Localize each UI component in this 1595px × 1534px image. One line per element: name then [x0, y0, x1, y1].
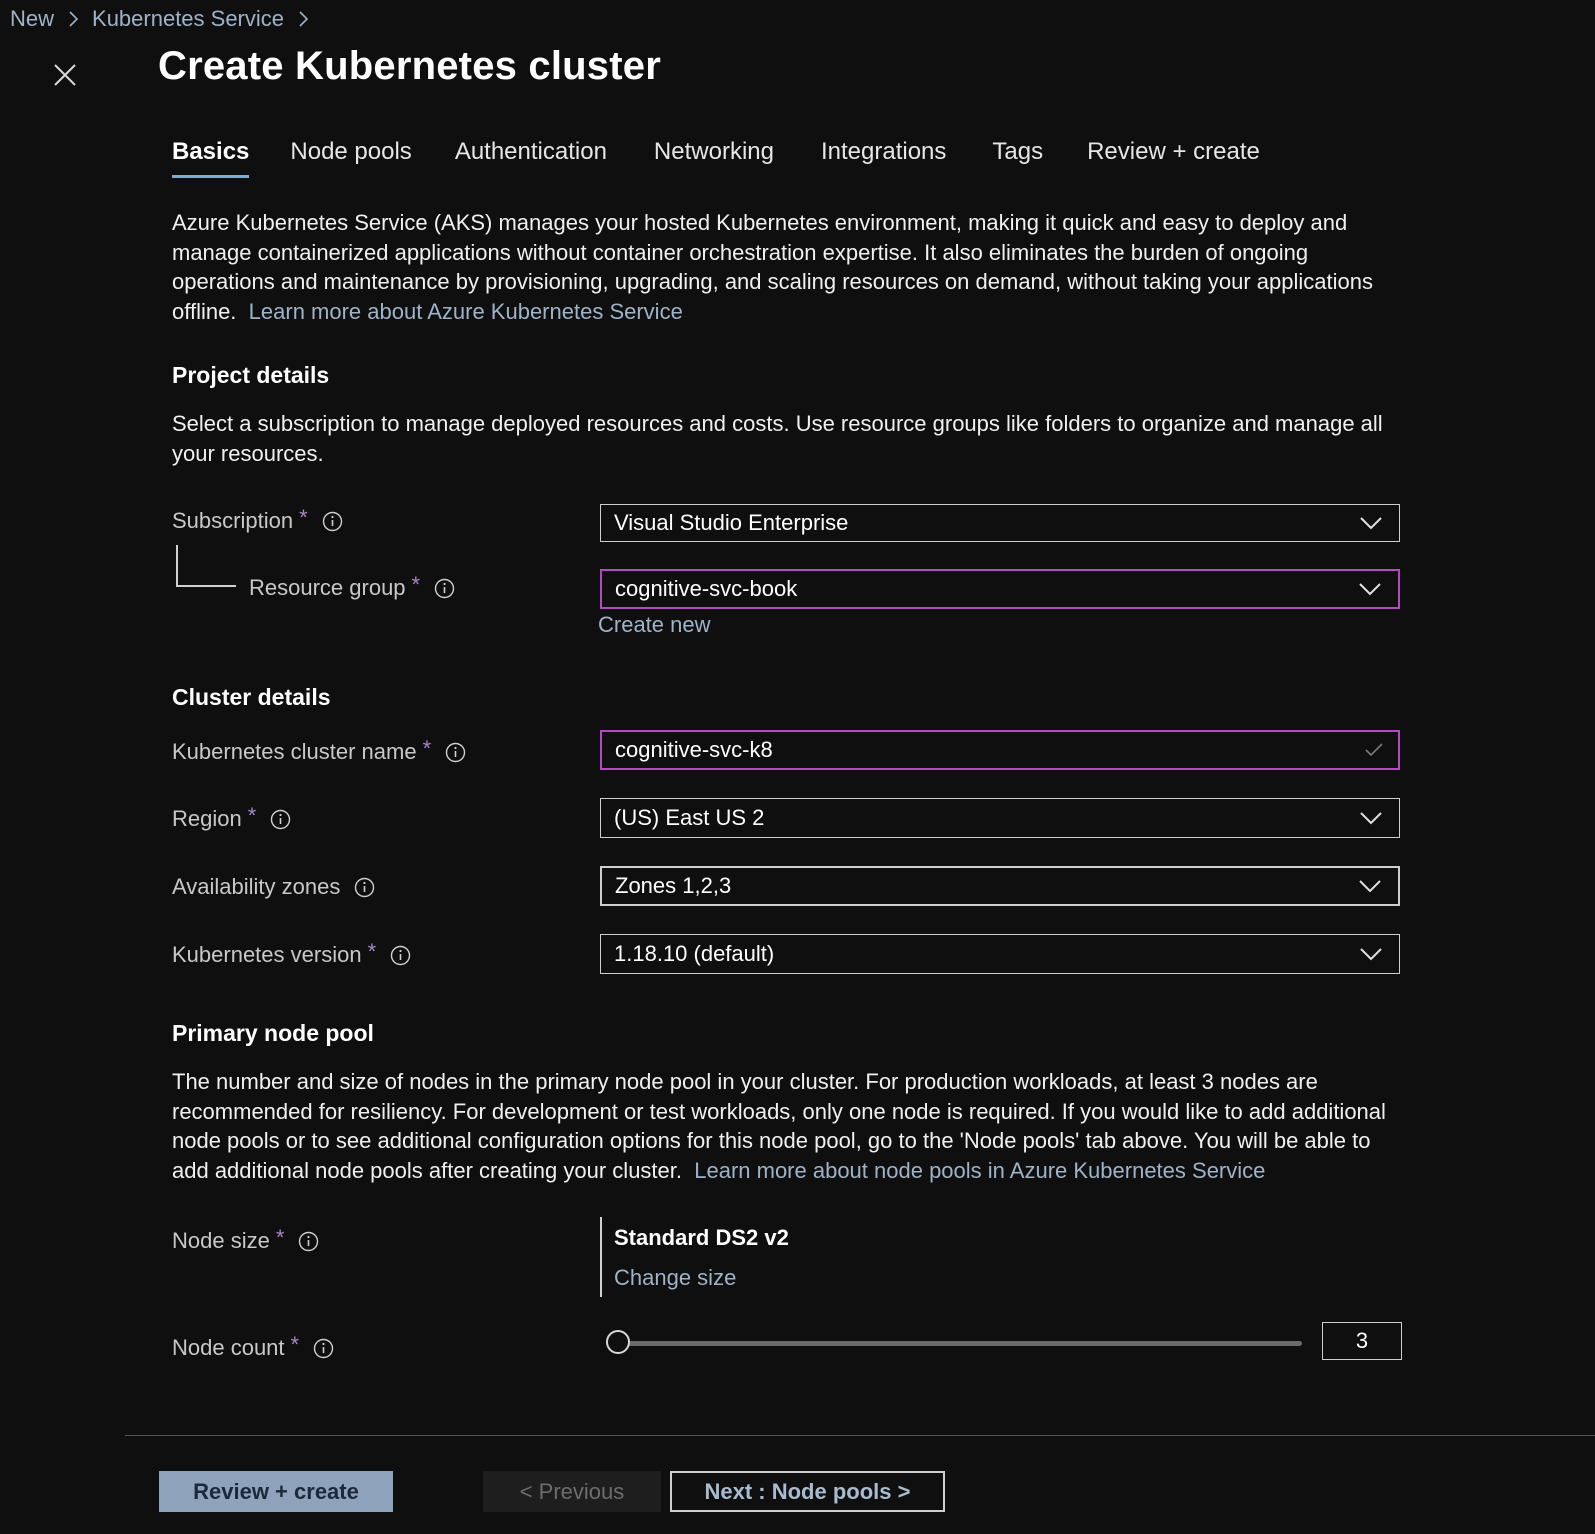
version-label-row: Kubernetes version * — [172, 939, 411, 968]
tab-networking[interactable]: Networking — [654, 138, 774, 178]
required-marker: * — [247, 803, 257, 828]
node-size-panel: Standard DS2 v2 Change size — [600, 1217, 789, 1297]
resource-group-value: cognitive-svc-book — [615, 576, 798, 601]
resource-group-dropdown[interactable]: cognitive-svc-book — [600, 569, 1400, 609]
version-value: 1.18.10 (default) — [614, 941, 775, 966]
version-label: Kubernetes version — [172, 942, 362, 967]
required-marker: * — [367, 939, 377, 964]
zones-label-row: Availability zones — [172, 874, 375, 900]
tab-integrations[interactable]: Integrations — [821, 138, 946, 178]
subscription-label: Subscription — [172, 508, 294, 533]
close-icon[interactable] — [50, 60, 80, 90]
breadcrumb-new[interactable]: New — [10, 6, 54, 32]
availability-zones-dropdown[interactable]: Zones 1,2,3 — [600, 866, 1400, 906]
chevron-down-icon — [1359, 880, 1381, 893]
review-create-button[interactable]: Review + create — [159, 1471, 393, 1512]
info-icon[interactable] — [390, 945, 411, 966]
cluster-name-value: cognitive-svc-k8 — [615, 737, 773, 762]
tab-authentication[interactable]: Authentication — [455, 138, 607, 178]
region-value: (US) East US 2 — [614, 805, 765, 830]
node-pool-paragraph: The number and size of nodes in the prim… — [172, 1067, 1412, 1185]
footer-divider — [125, 1435, 1595, 1436]
region-dropdown[interactable]: (US) East US 2 — [600, 798, 1400, 838]
primary-node-pool-heading: Primary node pool — [172, 1020, 374, 1046]
project-details-description: Select a subscription to manage deployed… — [172, 411, 1383, 466]
next-node-pools-button[interactable]: Next : Node pools > — [670, 1471, 945, 1512]
intro-paragraph: Azure Kubernetes Service (AKS) manages y… — [172, 208, 1402, 326]
checkmark-icon — [1365, 743, 1383, 757]
info-icon[interactable] — [434, 578, 455, 599]
region-label-row: Region * — [172, 803, 291, 832]
required-marker: * — [299, 505, 308, 530]
info-icon[interactable] — [445, 742, 466, 763]
page-title: Create Kubernetes cluster — [158, 44, 661, 88]
cluster-name-label-row: Kubernetes cluster name * — [172, 736, 466, 765]
kubernetes-version-dropdown[interactable]: 1.18.10 (default) — [600, 934, 1400, 974]
node-size-label: Node size — [172, 1228, 270, 1253]
chevron-down-icon — [1360, 517, 1382, 530]
node-count-slider-track[interactable] — [620, 1341, 1302, 1346]
zones-value: Zones 1,2,3 — [615, 873, 732, 898]
learn-more-aks-link[interactable]: Learn more about Azure Kubernetes Servic… — [249, 299, 683, 324]
tab-basics[interactable]: Basics — [172, 138, 250, 178]
resource-group-label-row: Resource group * — [249, 572, 455, 601]
create-new-link[interactable]: Create new — [598, 612, 711, 638]
required-marker: * — [411, 572, 421, 597]
chevron-down-icon — [1360, 948, 1382, 961]
required-marker: * — [290, 1332, 300, 1357]
subscription-label-row: Subscription * — [172, 505, 343, 534]
learn-more-node-pools-link[interactable]: Learn more about node pools in Azure Kub… — [694, 1158, 1265, 1183]
cluster-name-input[interactable]: cognitive-svc-k8 — [600, 730, 1400, 770]
node-count-label-row: Node count * — [172, 1332, 334, 1361]
info-icon[interactable] — [354, 877, 375, 898]
breadcrumb-kubernetes-service[interactable]: Kubernetes Service — [92, 6, 284, 32]
node-count-label: Node count — [172, 1335, 285, 1360]
info-icon[interactable] — [313, 1338, 334, 1359]
cluster-details-heading: Cluster details — [172, 684, 331, 710]
tree-connector — [176, 545, 236, 587]
zones-label: Availability zones — [172, 874, 341, 899]
previous-button[interactable]: < Previous — [483, 1471, 661, 1512]
change-size-link[interactable]: Change size — [614, 1265, 789, 1291]
required-marker: * — [275, 1225, 285, 1250]
region-label: Region — [172, 806, 242, 831]
breadcrumb: New Kubernetes Service — [10, 4, 322, 34]
tab-node-pools[interactable]: Node pools — [290, 138, 411, 178]
node-count-input[interactable] — [1322, 1322, 1402, 1360]
node-size-value: Standard DS2 v2 — [614, 1225, 789, 1250]
subscription-value: Visual Studio Enterprise — [614, 510, 849, 535]
tab-tags[interactable]: Tags — [992, 138, 1043, 178]
resource-group-label: Resource group — [249, 575, 406, 600]
cluster-name-label: Kubernetes cluster name — [172, 739, 417, 764]
subscription-dropdown[interactable]: Visual Studio Enterprise — [600, 504, 1400, 542]
tab-bar: Basics Node pools Authentication Network… — [172, 138, 1260, 178]
info-icon[interactable] — [322, 511, 343, 532]
required-marker: * — [422, 736, 432, 761]
chevron-down-icon — [1359, 583, 1381, 596]
chevron-down-icon — [1360, 812, 1382, 825]
tab-review-create[interactable]: Review + create — [1087, 138, 1260, 178]
info-icon[interactable] — [270, 809, 291, 830]
node-count-slider-thumb[interactable] — [606, 1330, 630, 1354]
chevron-right-icon — [299, 11, 309, 27]
project-details-heading: Project details — [172, 362, 330, 388]
chevron-right-icon — [69, 11, 79, 27]
info-icon[interactable] — [298, 1231, 319, 1252]
node-size-label-row: Node size * — [172, 1225, 319, 1254]
